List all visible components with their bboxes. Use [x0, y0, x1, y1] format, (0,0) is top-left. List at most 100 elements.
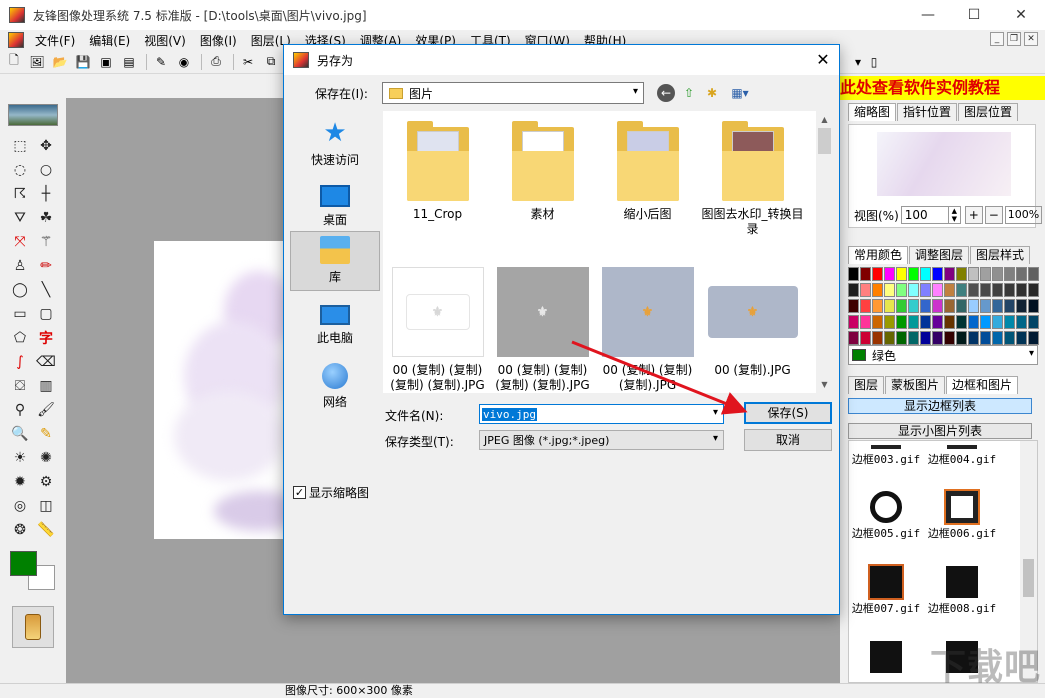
- palette-swatch[interactable]: [908, 299, 919, 313]
- palette-swatch[interactable]: [980, 315, 991, 329]
- tutorial-banner[interactable]: 此处查看软件实例教程: [840, 76, 1045, 100]
- palette-swatch[interactable]: [1028, 315, 1039, 329]
- foreground-color-swatch[interactable]: [10, 551, 37, 576]
- sponge-icon[interactable]: ✹: [8, 470, 32, 494]
- ellipse-select-icon[interactable]: ◌: [8, 158, 32, 182]
- palette-swatch[interactable]: [920, 315, 931, 329]
- place-quick-access[interactable]: ★ 快速访问: [290, 115, 380, 175]
- palette-swatch[interactable]: [968, 299, 979, 313]
- palette-swatch[interactable]: [896, 331, 907, 345]
- palette-swatch[interactable]: [884, 315, 895, 329]
- palette-swatch[interactable]: [848, 267, 859, 281]
- tab-layer-position[interactable]: 图层位置: [958, 103, 1019, 121]
- palette-swatch[interactable]: [908, 267, 919, 281]
- palette-swatch[interactable]: [932, 283, 943, 297]
- file-item[interactable]: 图图去水印_转换目录: [700, 111, 805, 237]
- palette-swatch[interactable]: [872, 299, 883, 313]
- filetype-select[interactable]: JPEG 图像 (*.jpg;*.jpeg) ▾: [479, 430, 724, 450]
- mdi-restore-icon[interactable]: ❐: [1007, 32, 1021, 46]
- show-thumbnail-checkbox[interactable]: ✓ 显示缩略图: [293, 484, 369, 501]
- brush-icon[interactable]: 🖌: [34, 398, 58, 422]
- palette-swatch[interactable]: [896, 299, 907, 313]
- move-icon[interactable]: ✥: [34, 134, 58, 158]
- border-item[interactable]: 边框005.gif: [849, 491, 923, 541]
- file-list[interactable]: 11_Crop 素材 缩小后图 图图去水印_转换目录 ⚜ 00 (复制) (复制…: [383, 111, 833, 393]
- palette-swatch[interactable]: [992, 267, 1003, 281]
- tab-adjustment-layer[interactable]: 调整图层: [909, 246, 970, 264]
- up-folder-icon[interactable]: ⇧: [680, 84, 698, 102]
- palette-swatch[interactable]: [956, 315, 967, 329]
- show-small-image-list-button[interactable]: 显示小图片列表: [848, 423, 1032, 439]
- tab-layers[interactable]: 图层: [848, 376, 885, 394]
- gradient-icon[interactable]: ▥: [34, 374, 58, 398]
- camera-icon[interactable]: ◉: [174, 53, 194, 71]
- menu-edit[interactable]: 编辑(E): [82, 32, 137, 49]
- file-list-scrollbar[interactable]: ▲ ▼: [816, 111, 833, 393]
- border-item[interactable]: 边框006.gif: [925, 489, 999, 541]
- palette-swatch[interactable]: [884, 283, 895, 297]
- palette-swatch[interactable]: [896, 267, 907, 281]
- transform-icon[interactable]: ⤧: [8, 230, 32, 254]
- palette-swatch[interactable]: [968, 283, 979, 297]
- rect-select-icon[interactable]: ⬚: [8, 134, 32, 158]
- palette-swatch[interactable]: [1004, 315, 1015, 329]
- clone-icon[interactable]: ❂: [8, 518, 32, 542]
- border-item[interactable]: [849, 641, 923, 675]
- palette-swatch[interactable]: [860, 315, 871, 329]
- checkbox-box[interactable]: ✓: [293, 486, 306, 499]
- highlighter-icon[interactable]: ✎: [34, 422, 58, 446]
- palette-swatch[interactable]: [848, 283, 859, 297]
- palette-swatch[interactable]: [872, 315, 883, 329]
- eraser-icon[interactable]: ⌫: [34, 350, 58, 374]
- minimize-button[interactable]: —: [905, 0, 951, 30]
- palette-swatch[interactable]: [1016, 299, 1027, 313]
- palette-swatch[interactable]: [968, 331, 979, 345]
- magic-wand-icon[interactable]: ⚚: [34, 230, 58, 254]
- color-select[interactable]: 绿色 ▾: [848, 345, 1038, 365]
- back-icon[interactable]: ←: [657, 84, 675, 102]
- ellipse-icon[interactable]: ◯: [8, 278, 32, 302]
- palette-swatch[interactable]: [992, 299, 1003, 313]
- palette-swatch[interactable]: [920, 299, 931, 313]
- menu-view[interactable]: 视图(V): [137, 32, 193, 49]
- battery-icon[interactable]: ▯: [864, 53, 884, 71]
- place-desktop[interactable]: 桌面: [290, 177, 380, 237]
- maximize-button[interactable]: ☐: [951, 0, 997, 30]
- text-icon[interactable]: 字: [34, 326, 58, 350]
- palette-swatch[interactable]: [932, 299, 943, 313]
- scan-icon[interactable]: ✎: [151, 53, 171, 71]
- palette-swatch[interactable]: [944, 283, 955, 297]
- smudge-icon[interactable]: ⚙: [34, 470, 58, 494]
- border-item[interactable]: 边框008.gif: [925, 566, 999, 616]
- palette-swatch[interactable]: [908, 283, 919, 297]
- palette-swatch[interactable]: [1004, 299, 1015, 313]
- border-item[interactable]: 边框007.gif: [849, 564, 923, 616]
- palette-swatch[interactable]: [956, 299, 967, 313]
- palette-swatch[interactable]: [884, 267, 895, 281]
- tab-common-colors[interactable]: 常用颜色: [848, 246, 909, 264]
- palette-swatch[interactable]: [980, 299, 991, 313]
- ellipse-select-alt-icon[interactable]: ○: [34, 158, 58, 182]
- palette-swatch[interactable]: [932, 267, 943, 281]
- palette-swatch[interactable]: [1004, 267, 1015, 281]
- palette-swatch[interactable]: [896, 315, 907, 329]
- pencil-icon[interactable]: ✏: [34, 254, 58, 278]
- curve-icon[interactable]: ∫: [8, 350, 32, 374]
- palette-swatch[interactable]: [944, 315, 955, 329]
- save-in-combo[interactable]: 图片 ▾: [382, 82, 644, 104]
- zoom-100-button[interactable]: 100%: [1004, 206, 1043, 224]
- cross-select-icon[interactable]: ┼: [34, 182, 58, 206]
- palette-swatch[interactable]: [884, 299, 895, 313]
- palette-swatch[interactable]: [920, 331, 931, 345]
- palette-swatch[interactable]: [992, 283, 1003, 297]
- palette-swatch[interactable]: [968, 267, 979, 281]
- filename-input[interactable]: vivo.jpg ▾: [479, 404, 724, 424]
- palette-swatch[interactable]: [848, 299, 859, 313]
- palette-swatch[interactable]: [908, 331, 919, 345]
- palette-swatch[interactable]: [944, 267, 955, 281]
- palette-swatch[interactable]: [872, 267, 883, 281]
- scrollbar-thumb[interactable]: [818, 128, 831, 154]
- red-eye-icon[interactable]: ◎: [8, 494, 32, 518]
- scroll-up-icon[interactable]: ▲: [816, 111, 833, 128]
- save-button[interactable]: 保存(S): [744, 402, 832, 424]
